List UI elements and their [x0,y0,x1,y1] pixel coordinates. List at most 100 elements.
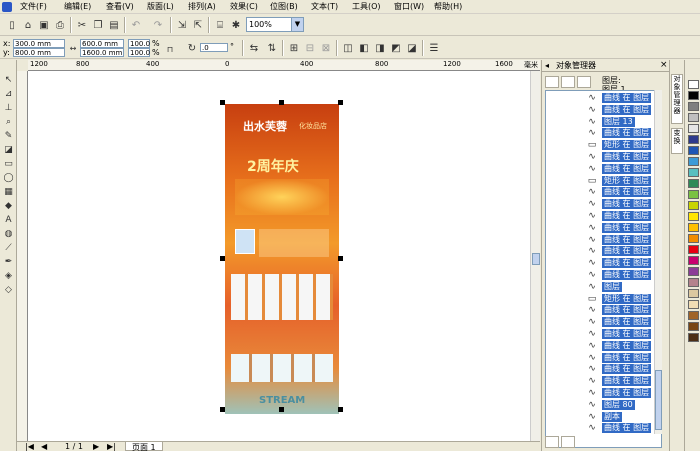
object-row[interactable]: ∿ 图层 13 [546,116,661,128]
selection-handle[interactable] [220,407,225,412]
basic-shapes-tool[interactable]: ◆ [2,200,15,213]
object-row[interactable]: ∿ 曲线 在 图层 [546,199,661,210]
color-swatch[interactable] [688,80,699,89]
ungroup-all-button[interactable]: ⊠ [318,40,334,56]
docker-collapse-icon[interactable]: ◂ [545,61,549,70]
object-row[interactable]: ∿ 曲线 在 图层 [546,364,661,375]
eyedropper-tool[interactable]: ⟋ [2,242,15,255]
object-row[interactable]: ∿ 曲线 在 图层 [546,340,661,352]
color-swatch[interactable] [688,322,699,331]
print-button[interactable]: ⎙ [52,17,68,33]
scale-x-field[interactable]: 100.0 [128,39,150,48]
object-row[interactable]: ∿ 曲线 在 图层 [546,423,661,434]
ungroup-button[interactable]: ⊟ [302,40,318,56]
color-swatch[interactable] [688,223,699,232]
height-field[interactable]: 1600.0 mm [80,48,124,57]
group-button[interactable]: ⊞ [286,40,302,56]
polygon-tool[interactable]: ▦ [2,186,15,199]
paste-button[interactable]: ▤ [106,17,122,33]
open-button[interactable]: ⌂ [20,17,36,33]
object-row[interactable]: ∿ 曲线 在 图层 [546,388,661,399]
object-row[interactable]: ∿ 图层 80 [546,399,661,411]
corel-online-button[interactable]: ✱ [228,17,244,33]
selection-handle[interactable] [279,407,284,412]
object-row[interactable]: ∿ 曲线 在 图层 [546,222,661,234]
layer-manager-view-button[interactable] [577,76,591,88]
tab-page-1[interactable]: 页面 1 [125,441,163,451]
width-field[interactable]: 600.0 mm [80,39,124,48]
color-swatch[interactable] [688,146,699,155]
color-swatch[interactable] [688,256,699,265]
object-row[interactable]: ∿ 曲线 在 图层 [546,317,661,328]
color-swatch[interactable] [688,278,699,287]
menu-bitmaps[interactable]: 位图(B) [268,1,300,13]
object-row[interactable]: ∿ 曲线 在 图层 [546,329,661,340]
object-row[interactable]: ∿ 曲线 在 图层 [546,352,661,364]
object-row[interactable]: ▭ 矩形 在 图层 [546,293,661,305]
object-row[interactable]: ∿ 副本 [546,411,661,423]
horizontal-ruler[interactable]: 1200 800 400 0 400 800 1200 1600 毫米 [28,60,540,71]
import-button[interactable]: ⇲ [174,17,190,33]
color-swatch[interactable] [688,300,699,309]
copy-button[interactable]: ❐ [90,17,106,33]
object-row[interactable]: ∿ 曲线 在 图层 [546,305,661,316]
object-row[interactable]: ∿ 图层 [546,281,661,293]
simplify-button[interactable]: ◩ [388,40,404,56]
interactive-blend-tool[interactable]: ◍ [2,228,15,241]
menu-text[interactable]: 文本(T) [309,1,340,13]
crop-tool[interactable]: ⊥ [2,102,15,115]
object-row[interactable]: ∿ 曲线 在 图层 [546,93,661,104]
selection-handle[interactable] [220,256,225,261]
object-row[interactable]: ∿ 曲线 在 图层 [546,270,661,281]
outline-tool[interactable]: ✒ [2,256,15,269]
color-swatch[interactable] [688,201,699,210]
color-swatch[interactable] [688,245,699,254]
menu-arrange[interactable]: 排列(A) [186,1,218,13]
smart-fill-tool[interactable]: ◪ [2,144,15,157]
color-swatch[interactable] [688,234,699,243]
x-position-field[interactable]: 300.0 mm [13,39,65,48]
selection-handle[interactable] [338,100,343,105]
poster-artwork[interactable]: 出水芙蓉 化妆品店 2周年庆 STREAM [225,104,339,414]
text-tool[interactable]: A [2,214,15,227]
object-list-scrollbar[interactable] [654,90,662,434]
pick-tool[interactable]: ↖ [2,74,15,87]
save-button[interactable]: ▣ [36,17,52,33]
color-swatch[interactable] [688,168,699,177]
menu-edit[interactable]: 编辑(E) [62,1,93,13]
menu-layout[interactable]: 版面(L) [145,1,176,13]
first-page-icon[interactable]: |◀ [25,442,34,451]
object-row[interactable]: ∿ 曲线 在 图层 [546,163,661,175]
intersect-button[interactable]: ◨ [372,40,388,56]
next-page-icon[interactable]: ▶ [93,442,99,451]
freehand-tool[interactable]: ✎ [2,130,15,143]
prev-page-icon[interactable]: ◀ [41,442,47,451]
fill-tool[interactable]: ◈ [2,270,15,283]
color-swatch[interactable] [688,179,699,188]
scale-y-field[interactable]: 100.0 [128,48,150,57]
trim-button[interactable]: ◧ [356,40,372,56]
weld-button[interactable]: ◫ [340,40,356,56]
close-icon[interactable]: × [660,60,668,70]
app-launcher-button[interactable]: ⌸ [212,17,228,33]
object-row[interactable]: ∿ 曲线 在 图层 [546,234,661,246]
mirror-horizontal-button[interactable]: ⇆ [246,40,262,56]
object-row[interactable]: ▭ 矩形 在 图层 [546,175,661,187]
mirror-vertical-button[interactable]: ⇅ [264,40,280,56]
menu-help[interactable]: 帮助(H) [432,1,464,13]
front-minus-back-button[interactable]: ◪ [404,40,420,56]
object-row[interactable]: ∿ 曲线 在 图层 [546,187,661,198]
chevron-down-icon[interactable]: ▼ [291,18,303,31]
redo-button[interactable]: ↷ [150,17,166,33]
interactive-fill-tool[interactable]: ◇ [2,284,15,297]
zoom-tool[interactable]: ⌕ [2,116,15,129]
y-position-field[interactable]: 800.0 mm [13,48,65,57]
selection-handle[interactable] [338,407,343,412]
tab-object-manager[interactable]: 对象管理器 [671,74,683,124]
color-swatch[interactable] [688,91,699,100]
object-row[interactable]: ∿ 曲线 在 图层 [546,246,661,257]
rotation-field[interactable]: .0 [200,43,228,52]
drawing-canvas[interactable]: 出水芙蓉 化妆品店 2周年庆 STREAM [28,71,540,441]
object-list[interactable]: ∿ 曲线 在 图层 ∿ 曲线 在 图层 ∿ 图层 13 ∿ 曲线 在 图层 ▭ 矩形 在 图层 ∿ 曲… [545,90,662,448]
object-row[interactable]: ∿ 曲线 在 图层 [546,376,661,387]
